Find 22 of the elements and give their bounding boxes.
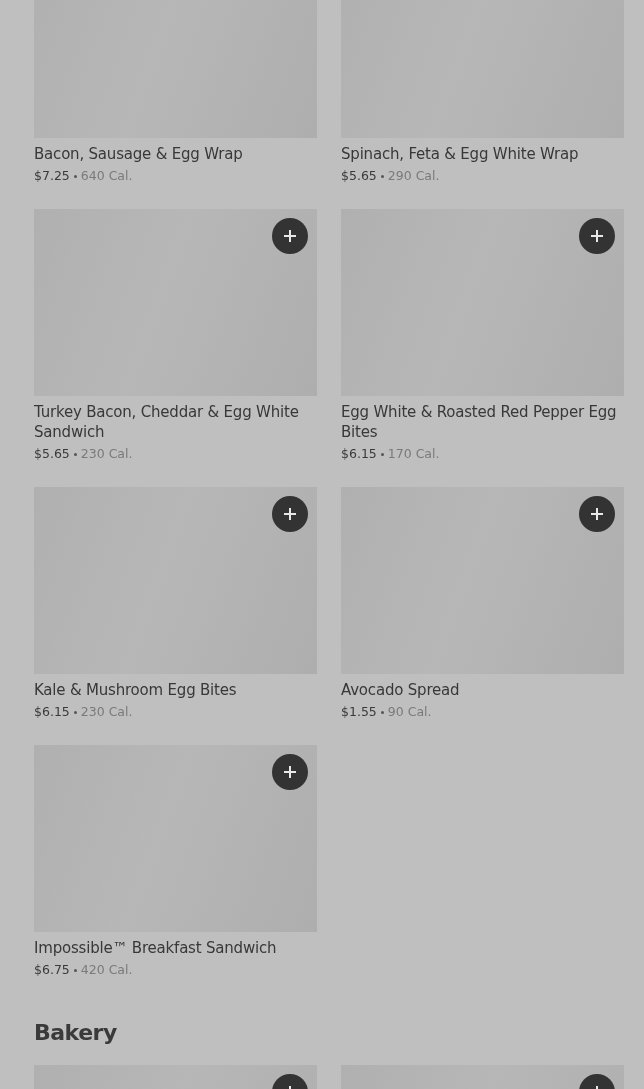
item-name[interactable]: Impossible™ Breakfast Sandwich xyxy=(34,938,317,958)
item-name[interactable]: Spinach, Feta & Egg White Wrap xyxy=(341,144,624,164)
item-price: $5.65 xyxy=(34,445,70,463)
item-price: $5.65 xyxy=(341,167,377,185)
item-name[interactable]: Kale & Mushroom Egg Bites xyxy=(34,680,317,700)
item-name[interactable]: Bacon, Sausage & Egg Wrap xyxy=(34,144,317,164)
item-price: $6.15 xyxy=(341,445,377,463)
item-price: $1.55 xyxy=(341,703,377,721)
item-calories: 170 Cal. xyxy=(387,445,440,463)
item-name[interactable]: Egg White & Roasted Red Pepper Egg Bites xyxy=(341,402,624,442)
item-calories: 640 Cal. xyxy=(80,167,133,185)
item-calories: 290 Cal. xyxy=(387,167,440,185)
item-calories: 230 Cal. xyxy=(80,445,133,463)
item-price: $6.15 xyxy=(34,703,70,721)
item-price: $6.75 xyxy=(34,961,70,979)
item-calories: 420 Cal. xyxy=(80,961,133,979)
section-heading: Bakery xyxy=(34,1019,118,1047)
item-calories: 90 Cal. xyxy=(387,703,432,721)
item-calories: 230 Cal. xyxy=(80,703,133,721)
item-name[interactable]: Turkey Bacon, Cheddar & Egg White Sandwich xyxy=(34,402,317,442)
item-price: $7.25 xyxy=(34,167,70,185)
item-name[interactable]: Avocado Spread xyxy=(341,680,624,700)
